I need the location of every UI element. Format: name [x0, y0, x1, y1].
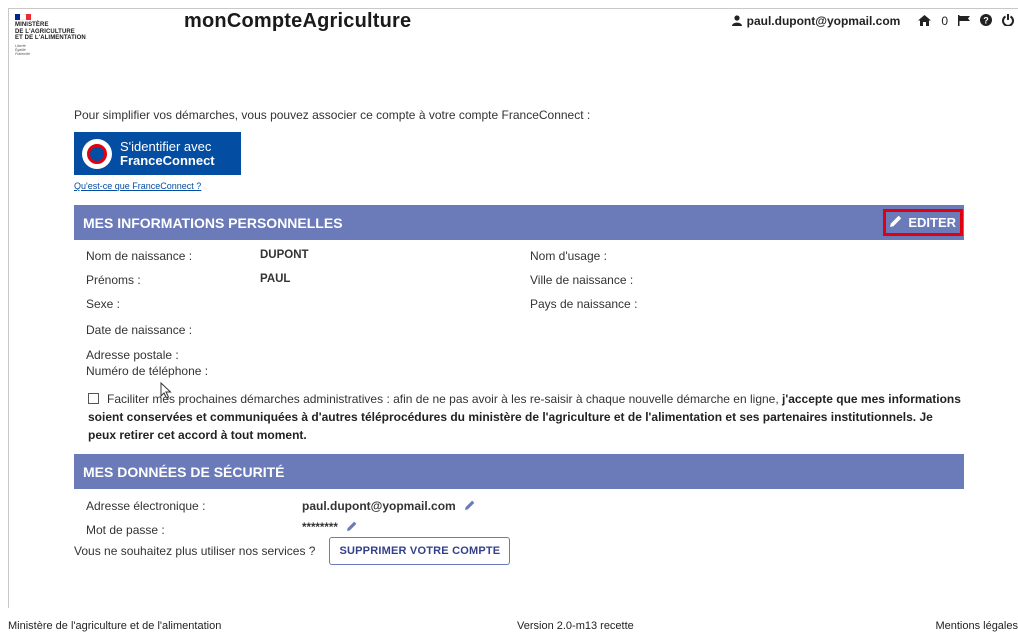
birth-city-label: Ville de naissance : — [530, 273, 634, 287]
help-icon[interactable]: ? — [980, 14, 992, 28]
email-label: Adresse électronique : — [86, 499, 206, 513]
user-email: paul.dupont@yopmail.com — [746, 14, 901, 28]
app-title: monCompteAgriculture — [184, 10, 412, 32]
security-title: MES DONNÉES DE SÉCURITÉ — [83, 463, 285, 480]
first-names-value: PAUL — [260, 273, 291, 285]
personal-info-fields: Nom de naissance : DUPONT Prénoms : PAUL… — [74, 240, 964, 378]
franceconnect-button-line2: FranceConnect — [120, 152, 215, 168]
edit-email-pencil-icon[interactable] — [462, 500, 475, 513]
main-content: Pour simplifier vos démarches, vous pouv… — [74, 108, 964, 565]
top-nav: paul.dupont@yopmail.com 0 ? — [731, 14, 1014, 28]
password-value-wrap: ******** — [302, 521, 357, 534]
user-menu[interactable]: paul.dupont@yopmail.com — [731, 14, 901, 28]
notification-count: 0 — [941, 14, 948, 28]
birth-name-value: DUPONT — [260, 249, 309, 261]
user-icon — [731, 14, 742, 28]
french-flag-icon — [15, 14, 31, 20]
phone-label: Numéro de téléphone : — [86, 364, 209, 378]
email-value: paul.dupont@yopmail.com — [302, 499, 456, 513]
power-icon[interactable] — [1002, 14, 1014, 28]
ministry-logo: MINISTÈRE DE L'AGRICULTURE ET DE L'ALIME… — [15, 14, 125, 56]
birth-name-label: Nom de naissance : — [86, 249, 193, 263]
edit-button[interactable]: EDITER — [883, 209, 963, 236]
security-fields: Adresse électronique : paul.dupont@yopma… — [74, 489, 964, 537]
first-names-label: Prénoms : — [86, 273, 141, 287]
svg-text:?: ? — [983, 16, 989, 26]
sex-label: Sexe : — [86, 297, 121, 311]
usage-name-label: Nom d'usage : — [530, 249, 607, 263]
edit-label: EDITER — [908, 215, 956, 230]
legal-mentions-link[interactable]: Mentions légales — [935, 620, 1018, 632]
delete-account-row: Vous ne souhaitez plus utiliser nos serv… — [74, 537, 964, 565]
delete-prompt: Vous ne souhaitez plus utiliser nos serv… — [74, 544, 316, 558]
consent-text: Faciliter mes prochaines démarches admin… — [107, 392, 783, 406]
password-value: ******** — [302, 522, 338, 534]
email-value-wrap: paul.dupont@yopmail.com — [302, 499, 475, 513]
footer-ministry: Ministère de l'agriculture et de l'alime… — [8, 620, 222, 632]
home-icon[interactable] — [918, 14, 932, 28]
consent-checkbox[interactable] — [88, 393, 99, 404]
flag-icon[interactable] — [958, 14, 970, 28]
personal-info-title: MES INFORMATIONS PERSONNELLES — [83, 214, 343, 231]
mouse-cursor-icon — [160, 382, 172, 399]
security-header: MES DONNÉES DE SÉCURITÉ — [74, 454, 964, 489]
consent-block: Faciliter mes prochaines démarches admin… — [74, 390, 964, 444]
franceconnect-button[interactable]: S'identifier avec FranceConnect — [74, 132, 241, 175]
edit-password-pencil-icon[interactable] — [344, 521, 357, 534]
personal-info-header: MES INFORMATIONS PERSONNELLES EDITER — [74, 205, 964, 240]
delete-account-button[interactable]: SUPPRIMER VOTRE COMPTE — [329, 537, 511, 565]
postal-address-label: Adresse postale : — [86, 348, 179, 362]
franceconnect-intro: Pour simplifier vos démarches, vous pouv… — [74, 108, 591, 122]
pencil-icon — [890, 215, 902, 230]
republic-motto: Liberté Égalité Fraternité — [15, 43, 30, 56]
footer-version: Version 2.0-m13 recette — [517, 620, 634, 632]
birth-date-label: Date de naissance : — [86, 323, 193, 337]
franceconnect-button-line1: S'identifier avec — [120, 138, 212, 154]
birth-country-label: Pays de naissance : — [530, 297, 638, 311]
franceconnect-info-link[interactable]: Qu'est-ce que FranceConnect ? — [74, 181, 964, 191]
franceconnect-logo-icon — [82, 138, 112, 169]
password-label: Mot de passe : — [86, 523, 165, 537]
ministry-name: MINISTÈRE DE L'AGRICULTURE ET DE L'ALIME… — [15, 22, 86, 41]
